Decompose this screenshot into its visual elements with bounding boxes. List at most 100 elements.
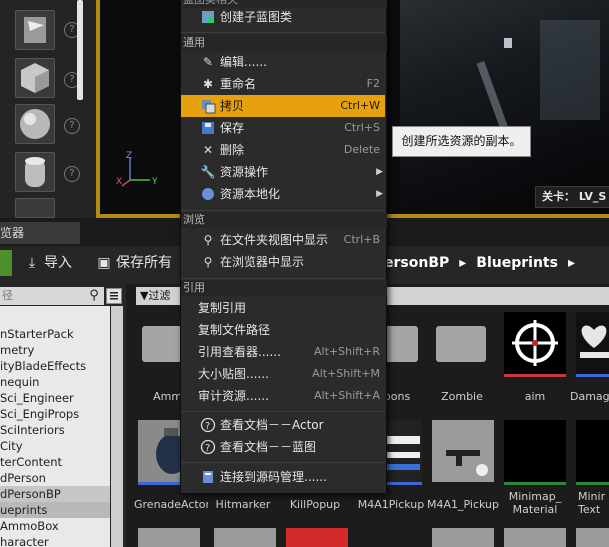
add-new-button[interactable] (0, 250, 12, 276)
asset-label: M4A1Pickup (357, 498, 425, 511)
import-button[interactable]: ⤓ 导入 (24, 252, 72, 274)
asset-label: Minimap_ Material (508, 490, 562, 516)
folder-icon (436, 326, 486, 362)
breadcrumb-sep: ▸ (459, 255, 467, 271)
menu-section-browse: 浏览 (181, 212, 387, 228)
menu-item-localize[interactable]: 资源本地化 ▶ (181, 183, 385, 205)
tree-item[interactable]: nequin (0, 374, 110, 390)
content-browser-tab[interactable]: 览器 (0, 222, 80, 244)
menu-item-show-in-browser[interactable]: ⚲ 在浏览器中显示 (181, 251, 385, 273)
breadcrumb-item[interactable]: ersonBP (384, 255, 449, 271)
asset-tile[interactable] (214, 528, 276, 547)
asset-tile[interactable] (286, 528, 348, 547)
breadcrumb-sep: ▸ (567, 255, 575, 271)
menu-item-docs-blueprint[interactable]: ? 查看文档－－蓝图 (181, 436, 385, 458)
menu-item-reference-viewer[interactable]: 引用查看器...... Alt+Shift+R (181, 341, 385, 363)
tree-item[interactable]: haracter (0, 534, 110, 547)
menu-section-references: 引用 (181, 280, 387, 296)
asset-label: KillPopup (289, 498, 341, 511)
help-icon: ? (200, 417, 216, 433)
cube-icon (21, 63, 49, 93)
submenu-arrow-icon: ▶ (376, 167, 383, 177)
tree-item-selected[interactable]: ueprints (0, 502, 110, 518)
menu-item-audit-assets[interactable]: 审计资源...... Alt+Shift+A (181, 385, 385, 407)
tree-item[interactable]: City (0, 438, 110, 454)
tree-item[interactable]: nStarterPack (0, 326, 110, 342)
duplicate-icon (200, 98, 216, 114)
tree-item[interactable]: Sci_Engineer (0, 390, 110, 406)
filter-label: ▼过滤 (140, 289, 171, 302)
asset-label: Damag (570, 390, 609, 403)
tree-item[interactable]: metry (0, 342, 110, 358)
tree-item[interactable]: SciInteriors (0, 422, 110, 438)
asset-tile[interactable] (576, 312, 609, 377)
help-icon[interactable]: ? (64, 118, 80, 134)
asset-label: Zombie (441, 390, 483, 403)
mode-item-placement[interactable] (15, 10, 55, 50)
magnifier-icon: ⚲ (203, 233, 213, 247)
wrench-icon: 🔧 (200, 165, 216, 179)
asset-label: GrenadeActor (134, 498, 208, 511)
asset-tile[interactable] (138, 528, 200, 547)
folder-tree: nStarterPack metry ityBladeEffects nequi… (0, 306, 110, 547)
rename-icon: ✱ (202, 77, 214, 91)
asset-tile[interactable] (504, 528, 566, 547)
import-icon: ⤓ (28, 255, 36, 271)
delete-icon: ✕ (202, 143, 214, 157)
mode-item-cube[interactable] (15, 58, 55, 98)
help-icon[interactable]: ? (64, 166, 80, 182)
mode-item-cone[interactable] (15, 198, 55, 218)
tree-item[interactable]: ityBladeEffects (0, 358, 110, 374)
tree-item[interactable]: terContent (0, 454, 110, 470)
asset-tile[interactable] (432, 420, 494, 482)
asset-tile[interactable] (576, 420, 609, 485)
asset-label: Minir Text (578, 490, 606, 516)
menu-item-copy[interactable]: 拷贝 Ctrl+W (181, 95, 385, 117)
asset-tile[interactable] (504, 312, 566, 377)
asset-tile[interactable] (432, 312, 494, 374)
menu-item-source-control[interactable]: 连接到源码管理...... (181, 466, 385, 488)
save-all-button[interactable]: ▣ 保存所有 (96, 252, 172, 274)
breadcrumb-item[interactable]: Blueprints (476, 255, 558, 271)
asset-tile[interactable] (432, 528, 494, 547)
tree-item[interactable]: dPerson (0, 470, 110, 486)
menu-item-size-map[interactable]: 大小贴图...... Alt+Shift+M (181, 363, 385, 385)
search-icon[interactable]: ⚲ (86, 288, 102, 304)
svg-text:?: ? (205, 421, 210, 432)
magnifier-icon: ⚲ (203, 255, 213, 269)
asset-label: Hitmarker (215, 498, 271, 511)
rifle-icon (446, 450, 488, 476)
asset-label: aim (524, 390, 546, 403)
level-name-label: 关卡： LV_S (535, 186, 609, 208)
menu-item-docs-actor[interactable]: ? 查看文档－－Actor (181, 414, 385, 436)
menu-item-asset-actions[interactable]: 🔧 资源操作 ▶ (181, 161, 385, 183)
menu-item-show-in-folder[interactable]: ⚲ 在文件夹视图中显示 Ctrl+B (181, 229, 385, 251)
blueprint-class-icon (200, 9, 216, 25)
mode-item-cylinder[interactable] (15, 152, 55, 192)
folder-tree-scrollbar[interactable] (111, 306, 123, 547)
sphere-icon (20, 109, 50, 139)
scene-render (400, 0, 609, 214)
asset-tile[interactable] (504, 420, 566, 485)
menu-item-rename[interactable]: ✱ 重命名 F2 (181, 73, 385, 95)
heart-icon (580, 325, 609, 358)
menu-item-save[interactable]: 保存 Ctrl+S (181, 117, 385, 139)
menu-icon[interactable] (106, 288, 122, 304)
asset-tile[interactable] (576, 528, 609, 547)
menu-item-copy-file-path[interactable]: 复制文件路径 (181, 319, 385, 341)
menu-item-create-child-blueprint[interactable]: 创建子蓝图类 (181, 6, 385, 28)
svg-text:Y: Y (151, 177, 158, 187)
tree-item[interactable]: Sci_EngiProps (0, 406, 110, 422)
tree-item[interactable]: dPersonBP (0, 486, 110, 502)
flag-icon (24, 17, 46, 43)
menu-item-copy-reference[interactable]: 复制引用 (181, 297, 385, 319)
svg-text:?: ? (205, 443, 210, 454)
mode-item-sphere[interactable] (15, 104, 55, 144)
menu-item-delete[interactable]: ✕ 删除 Delete (181, 139, 385, 161)
tree-item[interactable]: AmmoBox (0, 518, 110, 534)
breadcrumb: ersonBP ▸ Blueprints ▸ (384, 252, 585, 274)
cylinder-icon (25, 157, 45, 187)
menu-item-edit[interactable]: ✎ 编辑...... (181, 51, 385, 73)
save-icon (200, 120, 216, 136)
modes-scrollbar[interactable] (77, 0, 83, 100)
